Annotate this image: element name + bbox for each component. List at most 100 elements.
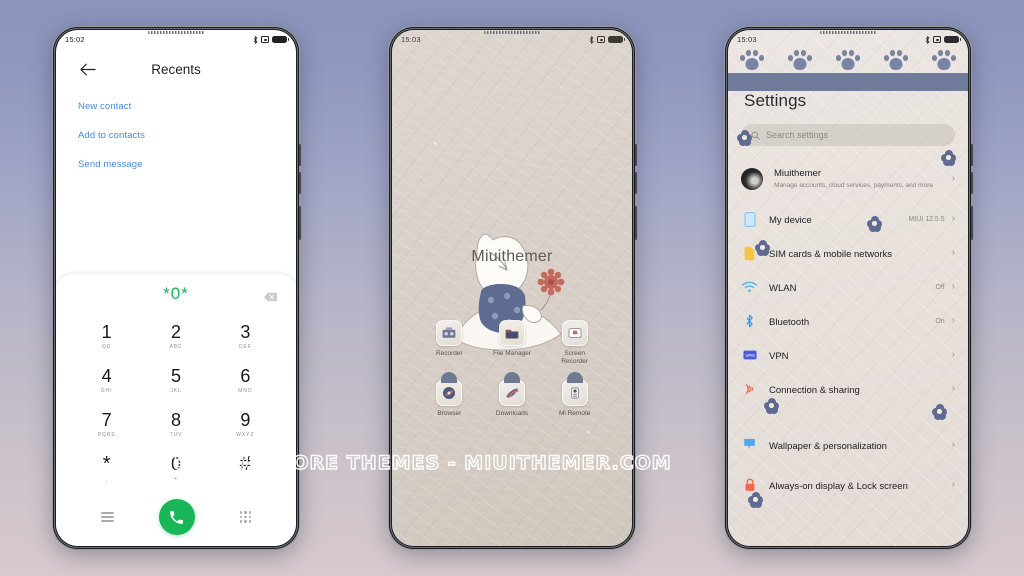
phone3-screen: 15:03 Settings Search settings Miuitheme… [728,30,968,546]
app-screen-recorder[interactable]: Screen Recorder [543,320,606,366]
app-mi-remote[interactable]: Mi Remote [543,372,606,418]
downloads-glyph [506,388,519,399]
power-button[interactable] [299,206,301,240]
file-manager-glyph [505,329,519,339]
new-contact-link[interactable]: New contact [56,92,296,121]
header-color-band [728,73,968,91]
settings-row-always-on-display[interactable]: Always-on display & Lock screen › [728,462,968,508]
app-grid: Recorder File Manager Screen Recorder Br… [392,320,632,418]
keypad-dots-icon[interactable] [239,511,252,523]
volume-down-button[interactable] [635,172,637,194]
key-7[interactable]: 7 PQRS [72,402,141,446]
device-icon [741,211,758,228]
chevron-right-icon: › [951,383,955,394]
key-sub: WXYZ [236,431,255,438]
app-browser[interactable]: Browser [418,372,481,418]
flower-decoration-icon [932,404,947,420]
search-input[interactable]: Search settings [741,124,955,146]
app-recorder[interactable]: Recorder [418,320,481,366]
back-arrow-glyph [80,63,96,75]
row-text: Wallpaper & personalization [769,436,945,454]
key-digit: 4 [101,365,112,386]
app-file-manager[interactable]: File Manager [481,320,544,366]
chevron-right-icon: › [951,281,955,292]
settings-row-vpn[interactable]: VPN VPN › [728,338,968,372]
dnd-icon [261,36,269,43]
dialed-number: *0* [163,284,189,303]
key-9[interactable]: 9 WXYZ [211,402,280,446]
paw-print-icon [931,50,957,70]
key-digit: 3 [240,321,251,342]
flower-decoration-icon [748,492,763,508]
key-6[interactable]: 6 MNO [211,358,280,402]
row-text: WLAN [769,278,935,296]
key-sub: ABC [169,343,183,350]
key-digit: * [102,452,111,475]
key-sub: JKL [170,387,182,394]
device-glyph [744,211,755,227]
screen-recorder-glyph [568,328,582,338]
key-3[interactable]: 3 DEF [211,314,280,358]
add-to-contacts-link[interactable]: Add to contacts [56,121,296,150]
key-4[interactable]: 4 GHI [72,358,141,402]
key-5[interactable]: 5 JKL [141,358,210,402]
settings-row-my-device[interactable]: My device MIUI 12.5.5 › [728,202,968,236]
settings-row-wlan[interactable]: WLAN Off › [728,270,968,304]
dnd-icon [597,36,605,43]
recorder-glyph [442,327,456,338]
key-1[interactable]: 1 QD [72,314,141,358]
browser-glyph [443,387,456,400]
status-icons [925,35,961,44]
menu-lines-icon[interactable] [100,512,114,522]
battery-icon [944,35,961,44]
key-digit: 6 [240,365,251,386]
key-digit: 9 [240,409,251,430]
backspace-glyph [264,292,277,302]
key-hash[interactable]: # [211,446,280,490]
row-text: SIM cards & mobile networks [769,244,945,262]
volume-up-button[interactable] [971,144,973,166]
chevron-right-icon: › [951,479,955,490]
power-button[interactable] [635,206,637,240]
wifi-glyph [742,281,757,292]
phone2-screen: 15:03 Miuithemer Recorder File Manager S… [392,30,632,546]
volume-down-button[interactable] [971,172,973,194]
app-downloads[interactable]: Downloads [481,372,544,418]
mi-remote-glyph [570,387,579,399]
key-2[interactable]: 2 ABC [141,314,210,358]
paw-print-icon [835,50,861,70]
row-text: My device [769,210,908,228]
account-avatar [741,168,763,190]
phone-settings: 15:03 Settings Search settings Miuitheme… [724,26,973,550]
key-0[interactable]: 0 + [141,446,210,490]
phone1-screen: 15:02 Recents New contact Add to contact… [56,30,296,546]
phone-dialer: 15:02 Recents New contact Add to contact… [52,26,301,550]
settings-row-wallpaper[interactable]: Wallpaper & personalization › [728,428,968,462]
app-label: Recorder [435,350,463,357]
bluetooth-icon [925,35,930,44]
settings-row-bluetooth[interactable]: Bluetooth On › [728,304,968,338]
volume-down-button[interactable] [299,172,301,194]
row-text: Always-on display & Lock screen [769,476,945,494]
connection-sharing-glyph [745,384,753,394]
screen-recorder-icon [561,320,588,346]
browser-icon [436,372,463,407]
call-button[interactable] [158,499,195,535]
paw-print-icon [883,50,909,70]
settings-row-account[interactable]: Miuithemer Manage accounts, cloud servic… [728,156,968,202]
volume-up-button[interactable] [635,144,637,166]
key-star[interactable]: *, [72,446,141,490]
send-message-link[interactable]: Send message [56,150,296,179]
row-text: Miuithemer Manage accounts, cloud servic… [774,168,952,191]
wallpaper-glyph [744,438,755,449]
volume-up-button[interactable] [299,144,301,166]
key-8[interactable]: 8 TUV [141,402,210,446]
flower-decoration-icon [755,240,770,256]
backspace-icon[interactable] [263,289,278,302]
call-handset-icon [170,510,184,524]
back-arrow-icon[interactable] [70,51,106,87]
wallpaper-icon [741,437,758,454]
search-icon [751,131,760,140]
row-value: On [935,317,945,325]
power-button[interactable] [971,206,973,240]
